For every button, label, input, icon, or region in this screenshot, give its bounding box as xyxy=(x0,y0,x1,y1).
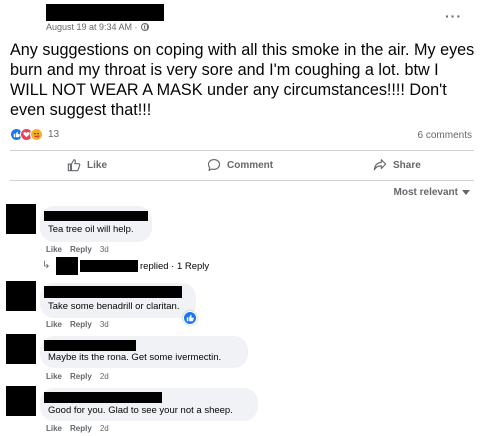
commenter-name-redacted[interactable] xyxy=(44,340,136,351)
globe-icon xyxy=(140,23,149,31)
comment-like-link[interactable]: Like xyxy=(46,424,62,433)
comment-button-label: Comment xyxy=(227,159,274,171)
comment-reply-link[interactable]: Reply xyxy=(70,372,92,381)
commenter-avatar[interactable] xyxy=(6,204,36,234)
post-header: August 19 at 9:34 AM · ··· xyxy=(0,0,484,36)
commenter-avatar[interactable] xyxy=(6,334,36,364)
commenter-name-redacted[interactable] xyxy=(44,211,148,221)
comment-meta: Like Reply 3d xyxy=(46,245,109,254)
comment-count[interactable]: 6 comments xyxy=(418,130,472,141)
comment-icon xyxy=(207,159,221,171)
comment-bubble: Maybe its the rona. Get some ivermectin. xyxy=(40,336,248,368)
comment-time[interactable]: 3d xyxy=(100,320,109,329)
share-button[interactable]: Share xyxy=(373,158,421,172)
like-button-label: Like xyxy=(87,159,108,171)
comment-reply-link[interactable]: Reply xyxy=(70,320,92,329)
comment-meta: Like Reply 2d xyxy=(46,372,109,381)
commenter-name-redacted[interactable] xyxy=(44,392,162,403)
thumbs-up-icon xyxy=(67,159,81,172)
comment-button[interactable]: Comment xyxy=(207,158,273,172)
reactions-summary[interactable]: 13 xyxy=(10,128,59,141)
like-button[interactable]: Like xyxy=(67,158,107,172)
sort-dropdown[interactable]: Most relevant xyxy=(394,187,470,198)
comment-text: Take some benadrill or claritan. xyxy=(48,301,180,312)
comment-like-link[interactable]: Like xyxy=(46,372,62,381)
comment-like-link[interactable]: Like xyxy=(46,320,62,329)
comment-reply-link[interactable]: Reply xyxy=(70,245,92,254)
comment-meta: Like Reply 3d xyxy=(46,320,109,329)
reply-avatar-redacted[interactable] xyxy=(56,257,78,275)
post-actions: Like Comment Share xyxy=(0,151,484,181)
caret-down-icon xyxy=(462,190,470,195)
commenter-avatar[interactable] xyxy=(6,386,36,416)
comment-bubble: Tea tree oil will help. xyxy=(40,206,152,242)
post-meta: August 19 at 9:34 AM · xyxy=(46,22,149,32)
comment-bubble: Good for you. Glad to see your not a she… xyxy=(40,388,258,421)
post-timestamp[interactable]: August 19 at 9:34 AM · xyxy=(46,22,138,32)
commenter-name-redacted[interactable] xyxy=(44,286,182,298)
divider-bottom xyxy=(10,180,474,181)
author-name-redacted[interactable] xyxy=(46,4,164,21)
view-replies-link[interactable]: replied · 1 Reply xyxy=(140,261,209,272)
comment-text: Tea tree oil will help. xyxy=(48,224,134,235)
like-badge-icon[interactable] xyxy=(183,311,197,325)
share-icon xyxy=(373,159,387,171)
comment-like-link[interactable]: Like xyxy=(46,245,62,254)
more-options-icon[interactable]: ··· xyxy=(445,8,462,24)
sort-label: Most relevant xyxy=(393,187,458,198)
comment-time[interactable]: 2d xyxy=(100,372,109,381)
comment-text: Good for you. Glad to see your not a she… xyxy=(48,405,233,416)
care-reaction-icon xyxy=(30,128,43,141)
post-body: Any suggestions on coping with all this … xyxy=(10,41,475,119)
reply-name-redacted[interactable] xyxy=(80,260,138,272)
comment-meta: Like Reply 2d xyxy=(46,424,109,433)
reaction-count[interactable]: 13 xyxy=(48,129,59,140)
share-button-label: Share xyxy=(393,159,421,171)
comment-bubble: Take some benadrill or claritan. xyxy=(40,283,196,318)
comment-time[interactable]: 2d xyxy=(100,424,109,433)
comment-text: Maybe its the rona. Get some ivermectin. xyxy=(48,352,222,363)
commenter-avatar[interactable] xyxy=(6,281,36,311)
comment-reply-link[interactable]: Reply xyxy=(70,424,92,433)
reply-arrow-icon: ↳ xyxy=(42,260,51,271)
comment-time[interactable]: 3d xyxy=(100,245,109,254)
